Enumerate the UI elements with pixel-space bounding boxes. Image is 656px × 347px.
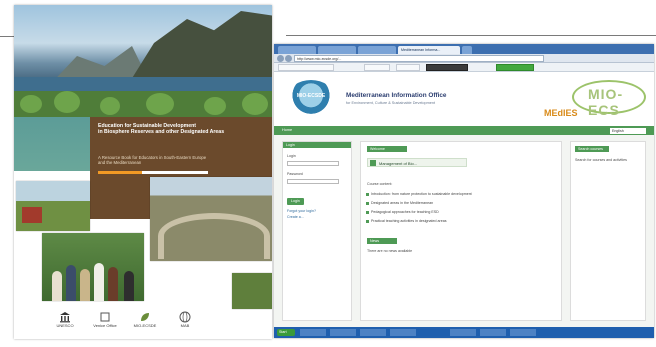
address-bar[interactable]: http://www.mio-ecsde.org/... (294, 55, 544, 62)
photo-fruit (232, 273, 272, 309)
toolbar-green-button[interactable] (496, 64, 534, 71)
mio-ecs-logo-text: MIO-ECS (588, 86, 624, 118)
news-heading: News (367, 238, 397, 244)
site-header: MIO-ECSDE Mediterranean Information Offi… (274, 72, 654, 126)
book-subtitle: A Resource Book for Educators in South-E… (98, 155, 266, 165)
site-subtitle: for Environment, Culture & Sustainable D… (346, 101, 436, 105)
site-title: Mediterranean Information Office (346, 92, 447, 99)
username-label: Login (287, 154, 296, 158)
taskbar-item[interactable] (480, 329, 506, 336)
username-input[interactable] (287, 161, 339, 166)
unesco-logo: UNESCO (48, 311, 82, 329)
windows-taskbar: Start (274, 327, 654, 338)
search-text: Search for courses and activities (575, 158, 627, 162)
toolbar-button[interactable] (364, 64, 390, 71)
mio-ecs-logo: MIO-ECS (572, 80, 646, 118)
office-icon (100, 312, 110, 322)
mab-logo-text: MAB (180, 323, 190, 328)
browser-tab[interactable] (278, 46, 316, 54)
toolbar-search-field[interactable] (278, 64, 334, 71)
taskbar-item[interactable] (510, 329, 536, 336)
browser-tab-active[interactable]: Mediterranean Informa... (398, 46, 460, 54)
password-label: Password (287, 172, 303, 176)
course-intro: Course content: (367, 182, 393, 186)
login-heading: Login (283, 142, 351, 148)
unesco-logo-text: UNESCO (56, 323, 74, 328)
photo-stone-wall (150, 177, 272, 261)
welcome-heading: Welcome (367, 146, 407, 152)
course-topic: Introduction: from nature protection to … (366, 192, 472, 196)
mio-ecsde-site-logo[interactable]: MIO-ECSDE (288, 80, 334, 114)
globe-icon (179, 311, 191, 323)
book-subtitle-line: and the Mediterranean (98, 160, 142, 166)
browser-screenshot: Mediterranean Informa... http://www.mio-… (274, 44, 654, 338)
photo-group-of-people (42, 233, 144, 301)
red-barn (22, 207, 42, 223)
site-nav-bar: Home English (274, 126, 654, 135)
browser-tab[interactable] (358, 46, 396, 54)
password-input[interactable] (287, 179, 339, 184)
course-link[interactable]: Management of Bio... (367, 158, 467, 167)
cover-landscape-photo (14, 5, 272, 121)
forward-icon[interactable] (285, 55, 292, 62)
book-title-line: in Biosphere Reserves and other Designat… (98, 129, 225, 136)
composite-image: Education for Sustainable Development in… (0, 0, 656, 347)
browser-tab[interactable] (318, 46, 356, 54)
top-rule-right (286, 35, 656, 36)
top-rule-left (0, 36, 14, 37)
site-logo-text: MIO-ECSDE (296, 93, 326, 99)
photo-barn (16, 181, 90, 231)
taskbar-item[interactable] (390, 329, 416, 336)
course-topic: Pedagogical approaches for teaching ESD (366, 210, 439, 214)
browser-nav-bar: http://www.mio-ecsde.org/... (274, 54, 654, 63)
language-select[interactable]: English (610, 128, 646, 134)
tab-label: Mediterranean Informa... (401, 48, 441, 52)
create-account-link[interactable]: Create a... (287, 215, 304, 219)
search-heading: Search courses (575, 146, 609, 152)
toolbar-button[interactable] (396, 64, 420, 71)
page-content: Login Login Password Login Forgot your l… (274, 135, 654, 327)
course-icon (370, 160, 376, 166)
unesco-temple-icon (60, 312, 70, 323)
start-button[interactable]: Start (277, 329, 295, 336)
taskbar-item[interactable] (330, 329, 356, 336)
mio-ecsde-logo-text: MIO-ECSDE (133, 323, 157, 328)
browser-tab-bar: Mediterranean Informa... (274, 44, 654, 54)
leaf-icon (141, 313, 149, 321)
taskbar-item[interactable] (450, 329, 476, 336)
back-icon[interactable] (277, 55, 284, 62)
course-topic: Practical teaching activities in designa… (366, 219, 447, 223)
mab-logo: MAB (168, 311, 202, 329)
cover-accent-bar (98, 171, 208, 174)
medies-logo: MEdIES (544, 108, 578, 118)
main-course-block: Welcome Management of Bio... Course cont… (360, 141, 562, 321)
mio-ecsde-logo: MIO-ECSDE (128, 311, 162, 329)
home-link[interactable]: Home (282, 128, 292, 132)
news-text: There are no news available (367, 249, 413, 253)
search-block: Search courses Search for courses and ac… (570, 141, 646, 321)
forgot-login-link[interactable]: Forgot your login? (287, 209, 316, 213)
book-cover: Education for Sustainable Development in… (14, 5, 272, 339)
stone-wall (158, 213, 270, 259)
course-title: Management of Bio... (379, 161, 418, 166)
login-block: Login Login Password Login Forgot your l… (282, 141, 352, 321)
course-topic: Designated areas in the Mediterranean (365, 201, 434, 205)
book-title: Education for Sustainable Development in… (98, 123, 266, 135)
taskbar-item[interactable] (300, 329, 326, 336)
toolbar-dark-button[interactable] (426, 64, 468, 71)
venice-office-logo: Venice Office (88, 311, 122, 329)
new-tab-button[interactable] (462, 46, 472, 54)
login-button[interactable]: Login (287, 198, 304, 205)
partner-logos: UNESCO Venice Office MIO-ECSDE MAB (48, 311, 208, 335)
taskbar-item[interactable] (360, 329, 386, 336)
browser-toolbar (274, 63, 654, 72)
venice-office-logo-text: Venice Office (93, 323, 117, 328)
